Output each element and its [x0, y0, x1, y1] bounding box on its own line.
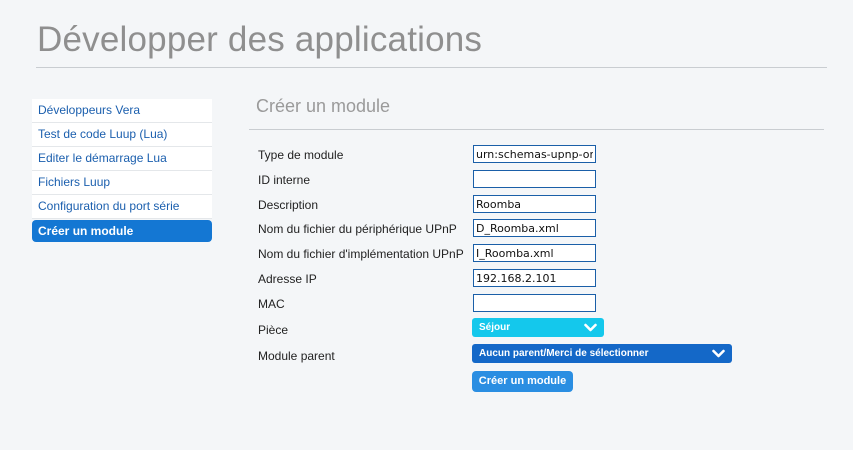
description-input[interactable] [473, 195, 596, 213]
type-module-input[interactable] [473, 145, 596, 163]
piece-label: Pièce [258, 323, 289, 337]
section-title: Créer un module [256, 96, 391, 116]
id-interne-label: ID interne [258, 173, 311, 187]
description-label: Description [258, 198, 319, 212]
fichier-implementation-input[interactable] [473, 244, 596, 262]
module-parent-select-value: Aucun parent/Merci de sélectionner [479, 348, 649, 359]
page-title: Développer des applications [37, 20, 483, 59]
sidebar-item-configuration-port-serie[interactable]: Configuration du port série [32, 195, 212, 219]
sidebar-item-creer-module[interactable]: Créer un module [32, 220, 212, 242]
id-interne-input[interactable] [473, 170, 596, 188]
fichier-implementation-label: Nom du fichier d'implémentation UPnP [258, 247, 464, 261]
type-module-label: Type de module [258, 148, 344, 162]
sidebar: Développeurs Vera Test de code Luup (Lua… [32, 99, 212, 242]
fichier-peripherique-label: Nom du fichier du périphérique UPnP [258, 222, 457, 236]
fichier-peripherique-input[interactable] [473, 219, 596, 237]
mac-label: MAC [258, 297, 285, 311]
chevron-down-icon [584, 323, 597, 332]
create-module-button[interactable]: Créer un module [472, 371, 573, 392]
chevron-down-icon [712, 349, 725, 358]
adresse-ip-input[interactable] [473, 269, 596, 287]
sidebar-item-fichiers-luup[interactable]: Fichiers Luup [32, 171, 212, 195]
module-parent-select[interactable]: Aucun parent/Merci de sélectionner [472, 344, 732, 363]
piece-select-value: Séjour [479, 322, 511, 333]
sidebar-item-editer-demarrage-lua[interactable]: Editer le démarrage Lua [32, 147, 212, 171]
piece-select[interactable]: Séjour [472, 318, 604, 337]
mac-input[interactable] [473, 294, 596, 312]
module-parent-label: Module parent [258, 349, 335, 363]
sidebar-item-test-code-luup[interactable]: Test de code Luup (Lua) [32, 123, 212, 147]
section-divider [249, 129, 824, 130]
adresse-ip-label: Adresse IP [258, 272, 317, 286]
sidebar-item-developpeurs-vera[interactable]: Développeurs Vera [32, 99, 212, 123]
title-divider [36, 67, 827, 68]
